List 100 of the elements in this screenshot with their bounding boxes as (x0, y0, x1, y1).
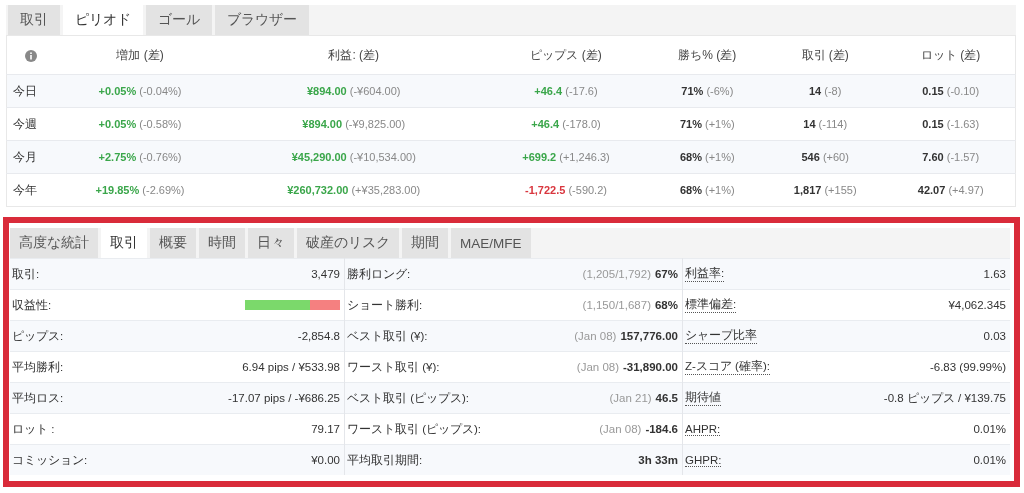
cell-value: 71% (679, 118, 702, 130)
cell-difference: (+155) (824, 184, 857, 196)
tab[interactable]: 取引 (101, 228, 147, 258)
cell-value: 0.15 (922, 118, 944, 130)
cell-value: +0.05% (98, 85, 137, 97)
cell-difference: (-¥10,534.00) (349, 151, 416, 163)
stat-value: ¥0.00 (311, 454, 340, 466)
column-header: 取引 (差) (801, 47, 849, 62)
cell-difference: (-0.58%) (139, 118, 182, 130)
stat-value: -184.6 (645, 423, 678, 435)
stat-label: GHPR: (685, 453, 722, 467)
cell-difference: (+4.97) (948, 184, 984, 196)
cell-value: ¥894.00 (302, 118, 343, 130)
stat-note: (1,205/1,792) (582, 268, 651, 280)
tab[interactable]: 日々 (248, 228, 294, 258)
cell-difference: (+¥35,283.00) (351, 184, 421, 196)
stat-value: -31,890.00 (623, 361, 678, 373)
cell-value: 42.07 (917, 184, 946, 196)
stat-value: -2,854.8 (297, 330, 340, 342)
cell-value: 1,817 (793, 184, 822, 196)
stat-label: ピップス: (12, 328, 65, 344)
cell-value: 546 (801, 151, 820, 163)
cell-value: 71% (681, 85, 704, 97)
stat-label: Z-スコア (確率): (685, 359, 770, 375)
stat-label: 平均勝利: (12, 359, 65, 375)
cell-value: 68% (679, 184, 702, 196)
stat-label: ショート勝利: (347, 297, 424, 313)
column-header: ピップス (差) (530, 47, 602, 62)
stat-note: (Jan 21) (609, 392, 652, 404)
cell-difference: (+1%) (705, 184, 735, 196)
stat-value: 0.03 (983, 330, 1006, 342)
cell-value: +46.4 (531, 118, 560, 130)
stat-value: 1.63 (983, 268, 1006, 280)
cell-value: ¥45,290.00 (291, 151, 347, 163)
stat-label: ワースト取引 (¥): (347, 359, 441, 375)
stat-value: 68% (654, 299, 678, 311)
stat-value: ¥4,062.345 (948, 299, 1006, 311)
stat-value: 46.5 (655, 392, 678, 404)
tab[interactable]: 期間 (402, 228, 448, 258)
stat-label: AHPR: (685, 422, 721, 436)
tab[interactable]: ピリオド (63, 5, 143, 35)
stat-label: シャープ比率 (685, 328, 757, 344)
cell-value: 68% (679, 151, 702, 163)
cell-difference: (-114) (818, 118, 848, 130)
row-label: 今月 (13, 149, 37, 164)
cell-value: 14 (809, 85, 822, 97)
stat-value: 3,479 (311, 268, 340, 280)
cell-difference: (+1%) (705, 151, 735, 163)
stat-note: (Jan 08) (574, 330, 617, 342)
stat-label: 収益性: (12, 297, 53, 313)
stat-label: 平均取引期間: (347, 452, 424, 468)
stat-label: 期待値 (685, 390, 721, 406)
cell-difference: (+1%) (705, 118, 735, 130)
cell-value: +699.2 (522, 151, 557, 163)
stat-value: -0.8 ピップス / ¥139.75 (883, 390, 1006, 406)
cell-difference: (+60) (822, 151, 849, 163)
tab[interactable]: MAE/MFE (451, 228, 531, 258)
tab[interactable]: 高度な統計 (10, 228, 98, 258)
column-header: 利益: (差) (328, 47, 380, 62)
cell-value: +46.4 (534, 85, 563, 97)
tab[interactable]: 破産のリスク (297, 228, 399, 258)
stat-label: 勝利ロング: (347, 266, 412, 282)
cell-difference: (-0.04%) (139, 85, 182, 97)
stat-label: ロット : (12, 421, 56, 437)
info-icon[interactable] (24, 49, 37, 62)
cell-difference: (-1.63) (946, 118, 980, 130)
column-header: 増加 (差) (116, 47, 164, 62)
row-label: 今日 (13, 83, 37, 98)
tab[interactable]: 取引 (8, 5, 60, 35)
cell-difference: (-590.2) (568, 184, 607, 196)
cell-difference: (-¥9,825.00) (345, 118, 406, 130)
cell-difference: (-0.10) (946, 85, 980, 97)
tab[interactable]: 時間 (199, 228, 245, 258)
column-header: 勝ち% (差) (678, 47, 737, 62)
cell-difference: (+1,246.3) (559, 151, 610, 163)
cell-value: 7.60 (922, 151, 944, 163)
stat-label: 取引: (12, 266, 41, 282)
stat-value: 157,776.00 (620, 330, 678, 342)
cell-difference: (-178.0) (562, 118, 601, 130)
tab[interactable]: ブラウザー (215, 5, 309, 35)
cell-value: 0.15 (922, 85, 944, 97)
stat-value: 0.01% (973, 423, 1006, 435)
stat-value: -6.83 (99.99%) (929, 361, 1006, 373)
cell-difference: (-¥604.00) (349, 85, 401, 97)
cell-value: -1,722.5 (525, 184, 566, 196)
stat-label: 平均ロス: (12, 390, 65, 406)
cell-difference: (-6%) (706, 85, 734, 97)
tab[interactable]: ゴール (146, 5, 212, 35)
cell-difference: (-8) (824, 85, 842, 97)
stat-value: 79.17 (311, 423, 340, 435)
cell-difference: (-0.76%) (139, 151, 182, 163)
tab[interactable]: 概要 (150, 228, 196, 258)
cell-value: ¥260,732.00 (287, 184, 349, 196)
stat-label: ベスト取引 (¥): (347, 328, 429, 344)
cell-value: +0.05% (98, 118, 137, 130)
stat-note: (1,150/1,687) (582, 299, 651, 311)
stat-label: 標準偏差: (685, 297, 737, 313)
stat-note: (Jan 08) (576, 361, 619, 373)
stat-label: コミッション: (12, 452, 89, 468)
cell-value: 14 (803, 118, 816, 130)
